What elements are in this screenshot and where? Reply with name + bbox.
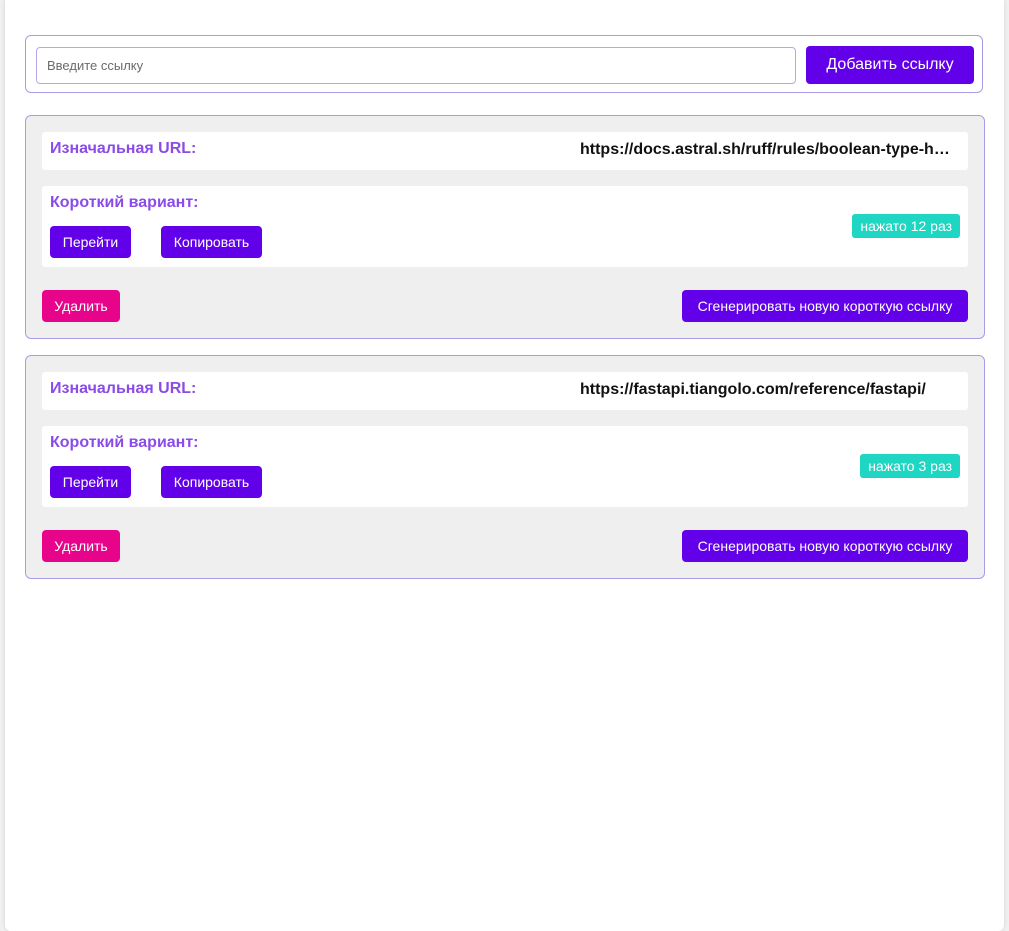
regenerate-short-link-button[interactable]: Сгенерировать новую короткую ссылку <box>682 290 968 322</box>
go-button[interactable]: Перейти <box>50 226 131 258</box>
original-url-label: Изначальная URL: <box>50 380 197 397</box>
add-link-button[interactable]: Добавить ссылку <box>806 46 974 84</box>
short-url-label: Короткий вариант: <box>50 434 199 451</box>
regenerate-short-link-button[interactable]: Сгенерировать новую короткую ссылку <box>682 530 968 562</box>
link-card: Изначальная URL: https://fastapi.tiangol… <box>25 355 985 579</box>
original-url-label: Изначальная URL: <box>50 140 197 157</box>
url-input[interactable] <box>36 47 796 84</box>
click-count-badge: нажато 12 раз <box>852 214 960 238</box>
copy-button[interactable]: Копировать <box>161 466 262 498</box>
delete-button[interactable]: Удалить <box>42 530 120 562</box>
go-button[interactable]: Перейти <box>50 466 131 498</box>
link-card: Изначальная URL: https://docs.astral.sh/… <box>25 115 985 339</box>
add-link-form: Добавить ссылку <box>25 35 983 93</box>
short-url-row: Короткий вариант: Перейти Копировать наж… <box>42 426 968 507</box>
original-url-value: https://fastapi.tiangolo.com/reference/f… <box>580 381 926 398</box>
original-url-row: Изначальная URL: https://docs.astral.sh/… <box>42 132 968 170</box>
original-url-value: https://docs.astral.sh/ruff/rules/boolea… <box>580 141 950 158</box>
short-url-row: Короткий вариант: Перейти Копировать наж… <box>42 186 968 267</box>
original-url-row: Изначальная URL: https://fastapi.tiangol… <box>42 372 968 410</box>
delete-button[interactable]: Удалить <box>42 290 120 322</box>
page: Добавить ссылку Изначальная URL: https:/… <box>5 0 1004 931</box>
click-count-badge: нажато 3 раз <box>860 454 960 478</box>
short-url-label: Короткий вариант: <box>50 194 199 211</box>
copy-button[interactable]: Копировать <box>161 226 262 258</box>
